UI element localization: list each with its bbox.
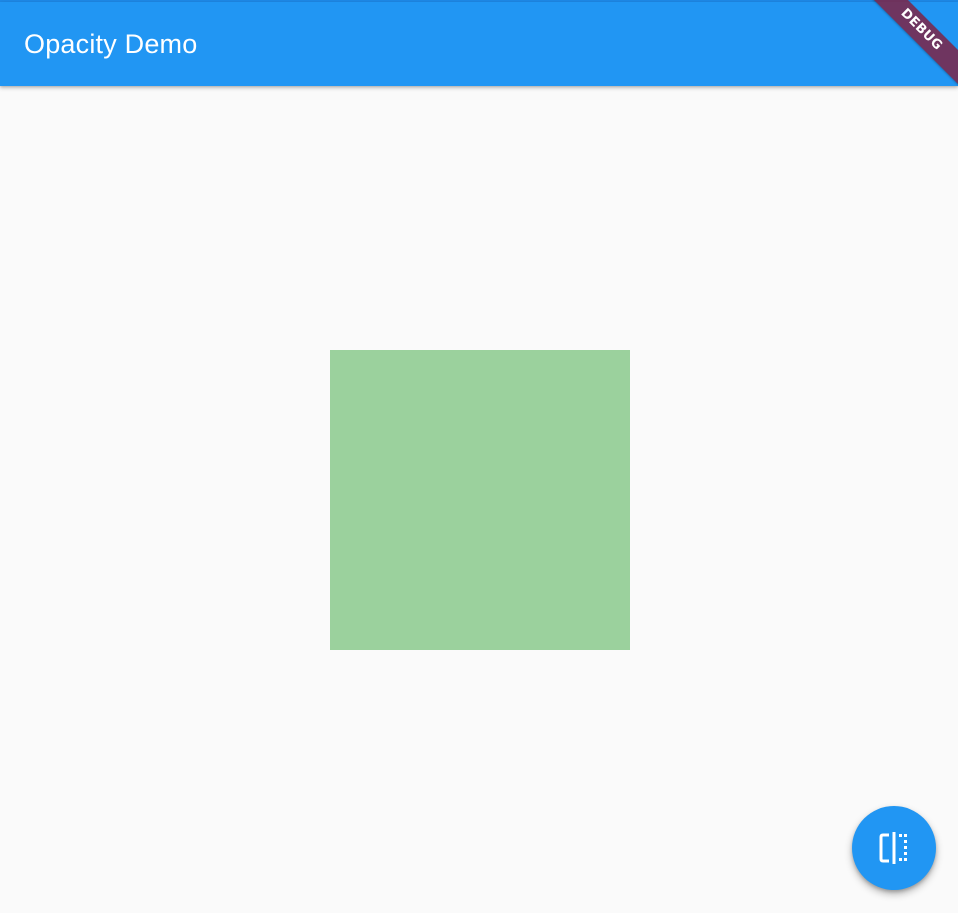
app-bar: Opacity Demo [0,2,958,86]
content-area [0,86,958,913]
page-title: Opacity Demo [24,29,198,59]
opacity-box [330,350,630,650]
app-window: Opacity Demo DEBUG [0,0,958,913]
toggle-opacity-button[interactable] [852,806,936,890]
flip-icon [879,832,909,864]
